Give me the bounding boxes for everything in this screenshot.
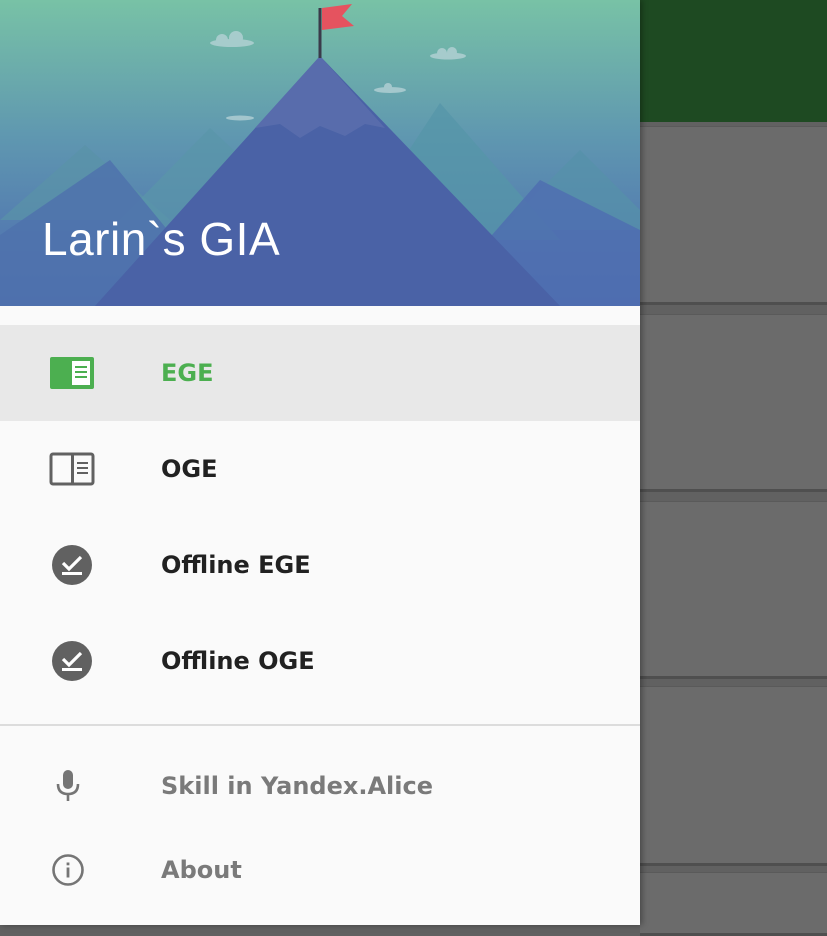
book-open-icon bbox=[48, 349, 96, 397]
background-card bbox=[640, 501, 827, 679]
book-open-outline-icon bbox=[48, 445, 96, 493]
menu-item-label: Skill in Yandex.Alice bbox=[161, 772, 433, 800]
drawer-header: Larin`s GIA bbox=[0, 0, 640, 306]
menu-item-ege[interactable]: EGE bbox=[0, 325, 640, 421]
menu-item-label: Offline EGE bbox=[161, 551, 311, 579]
background-card bbox=[640, 314, 827, 492]
menu-item-label: Offline OGE bbox=[161, 647, 315, 675]
download-done-icon bbox=[48, 541, 96, 589]
menu-divider bbox=[0, 724, 640, 726]
menu-item-yandex-alice-skill[interactable]: Skill in Yandex.Alice bbox=[0, 744, 640, 828]
menu-item-oge[interactable]: OGE bbox=[0, 421, 640, 517]
background-card bbox=[640, 126, 827, 305]
menu-item-offline-ege[interactable]: Offline EGE bbox=[0, 517, 640, 613]
menu-item-label: About bbox=[161, 856, 242, 884]
primary-menu: EGE OGE Offline EGE Offline OGE bbox=[0, 325, 640, 709]
app-title: Larin`s GIA bbox=[42, 213, 281, 265]
microphone-icon bbox=[44, 762, 92, 810]
background-card bbox=[640, 686, 827, 866]
menu-item-label: OGE bbox=[161, 455, 218, 483]
menu-item-label: EGE bbox=[161, 359, 214, 387]
download-done-icon bbox=[48, 637, 96, 685]
secondary-menu: Skill in Yandex.Alice About bbox=[0, 744, 640, 912]
info-icon bbox=[44, 846, 92, 894]
menu-item-about[interactable]: About bbox=[0, 828, 640, 912]
navigation-drawer: Larin`s GIA EGE OGE Offline EGE Offline … bbox=[0, 0, 640, 925]
menu-item-offline-oge[interactable]: Offline OGE bbox=[0, 613, 640, 709]
background-card bbox=[640, 872, 827, 936]
